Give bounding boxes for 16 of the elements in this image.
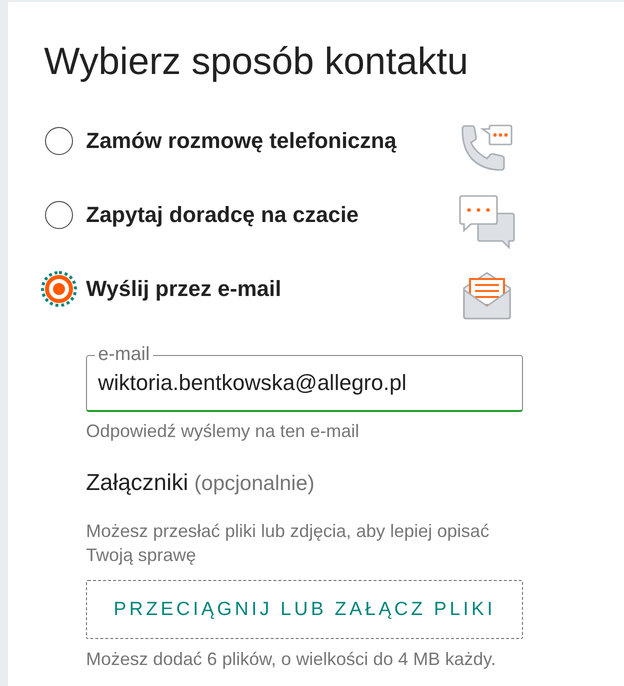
- attachments-description: Możesz przesłać pliki lub zdjęcia, aby lepiej opisać Twoją sprawę: [86, 520, 490, 567]
- option-label[interactable]: Zapytaj doradcę na czacie: [86, 202, 359, 228]
- radio-button[interactable]: [45, 201, 73, 229]
- optional-note: (opcjonalnie): [194, 471, 315, 497]
- upload-limit-note: Możesz dodać 6 plików, o wielkości do 4 MB każdy.: [86, 648, 497, 671]
- option-label[interactable]: Wyślij przez e-mail: [86, 276, 282, 302]
- chat-bubbles-icon: [459, 195, 515, 249]
- page-title: Wybierz sposób kontaktu: [44, 40, 468, 85]
- envelope-icon: [463, 272, 511, 320]
- radio-button[interactable]: [45, 127, 73, 155]
- email-hint: Odpowiedź wyślemy na ten e-mail: [86, 420, 360, 443]
- phone-bubble-icon: [461, 124, 513, 172]
- file-dropzone[interactable]: PRZECIĄGNIJ LUB ZAŁĄCZ PLIKI: [86, 580, 523, 639]
- email-field[interactable]: e-mail wiktoria.bentkowska@allegro.pl: [86, 345, 523, 412]
- option-label[interactable]: Zamów rozmowę telefoniczną: [86, 128, 396, 154]
- attachments-heading: Załączniki: [86, 468, 188, 497]
